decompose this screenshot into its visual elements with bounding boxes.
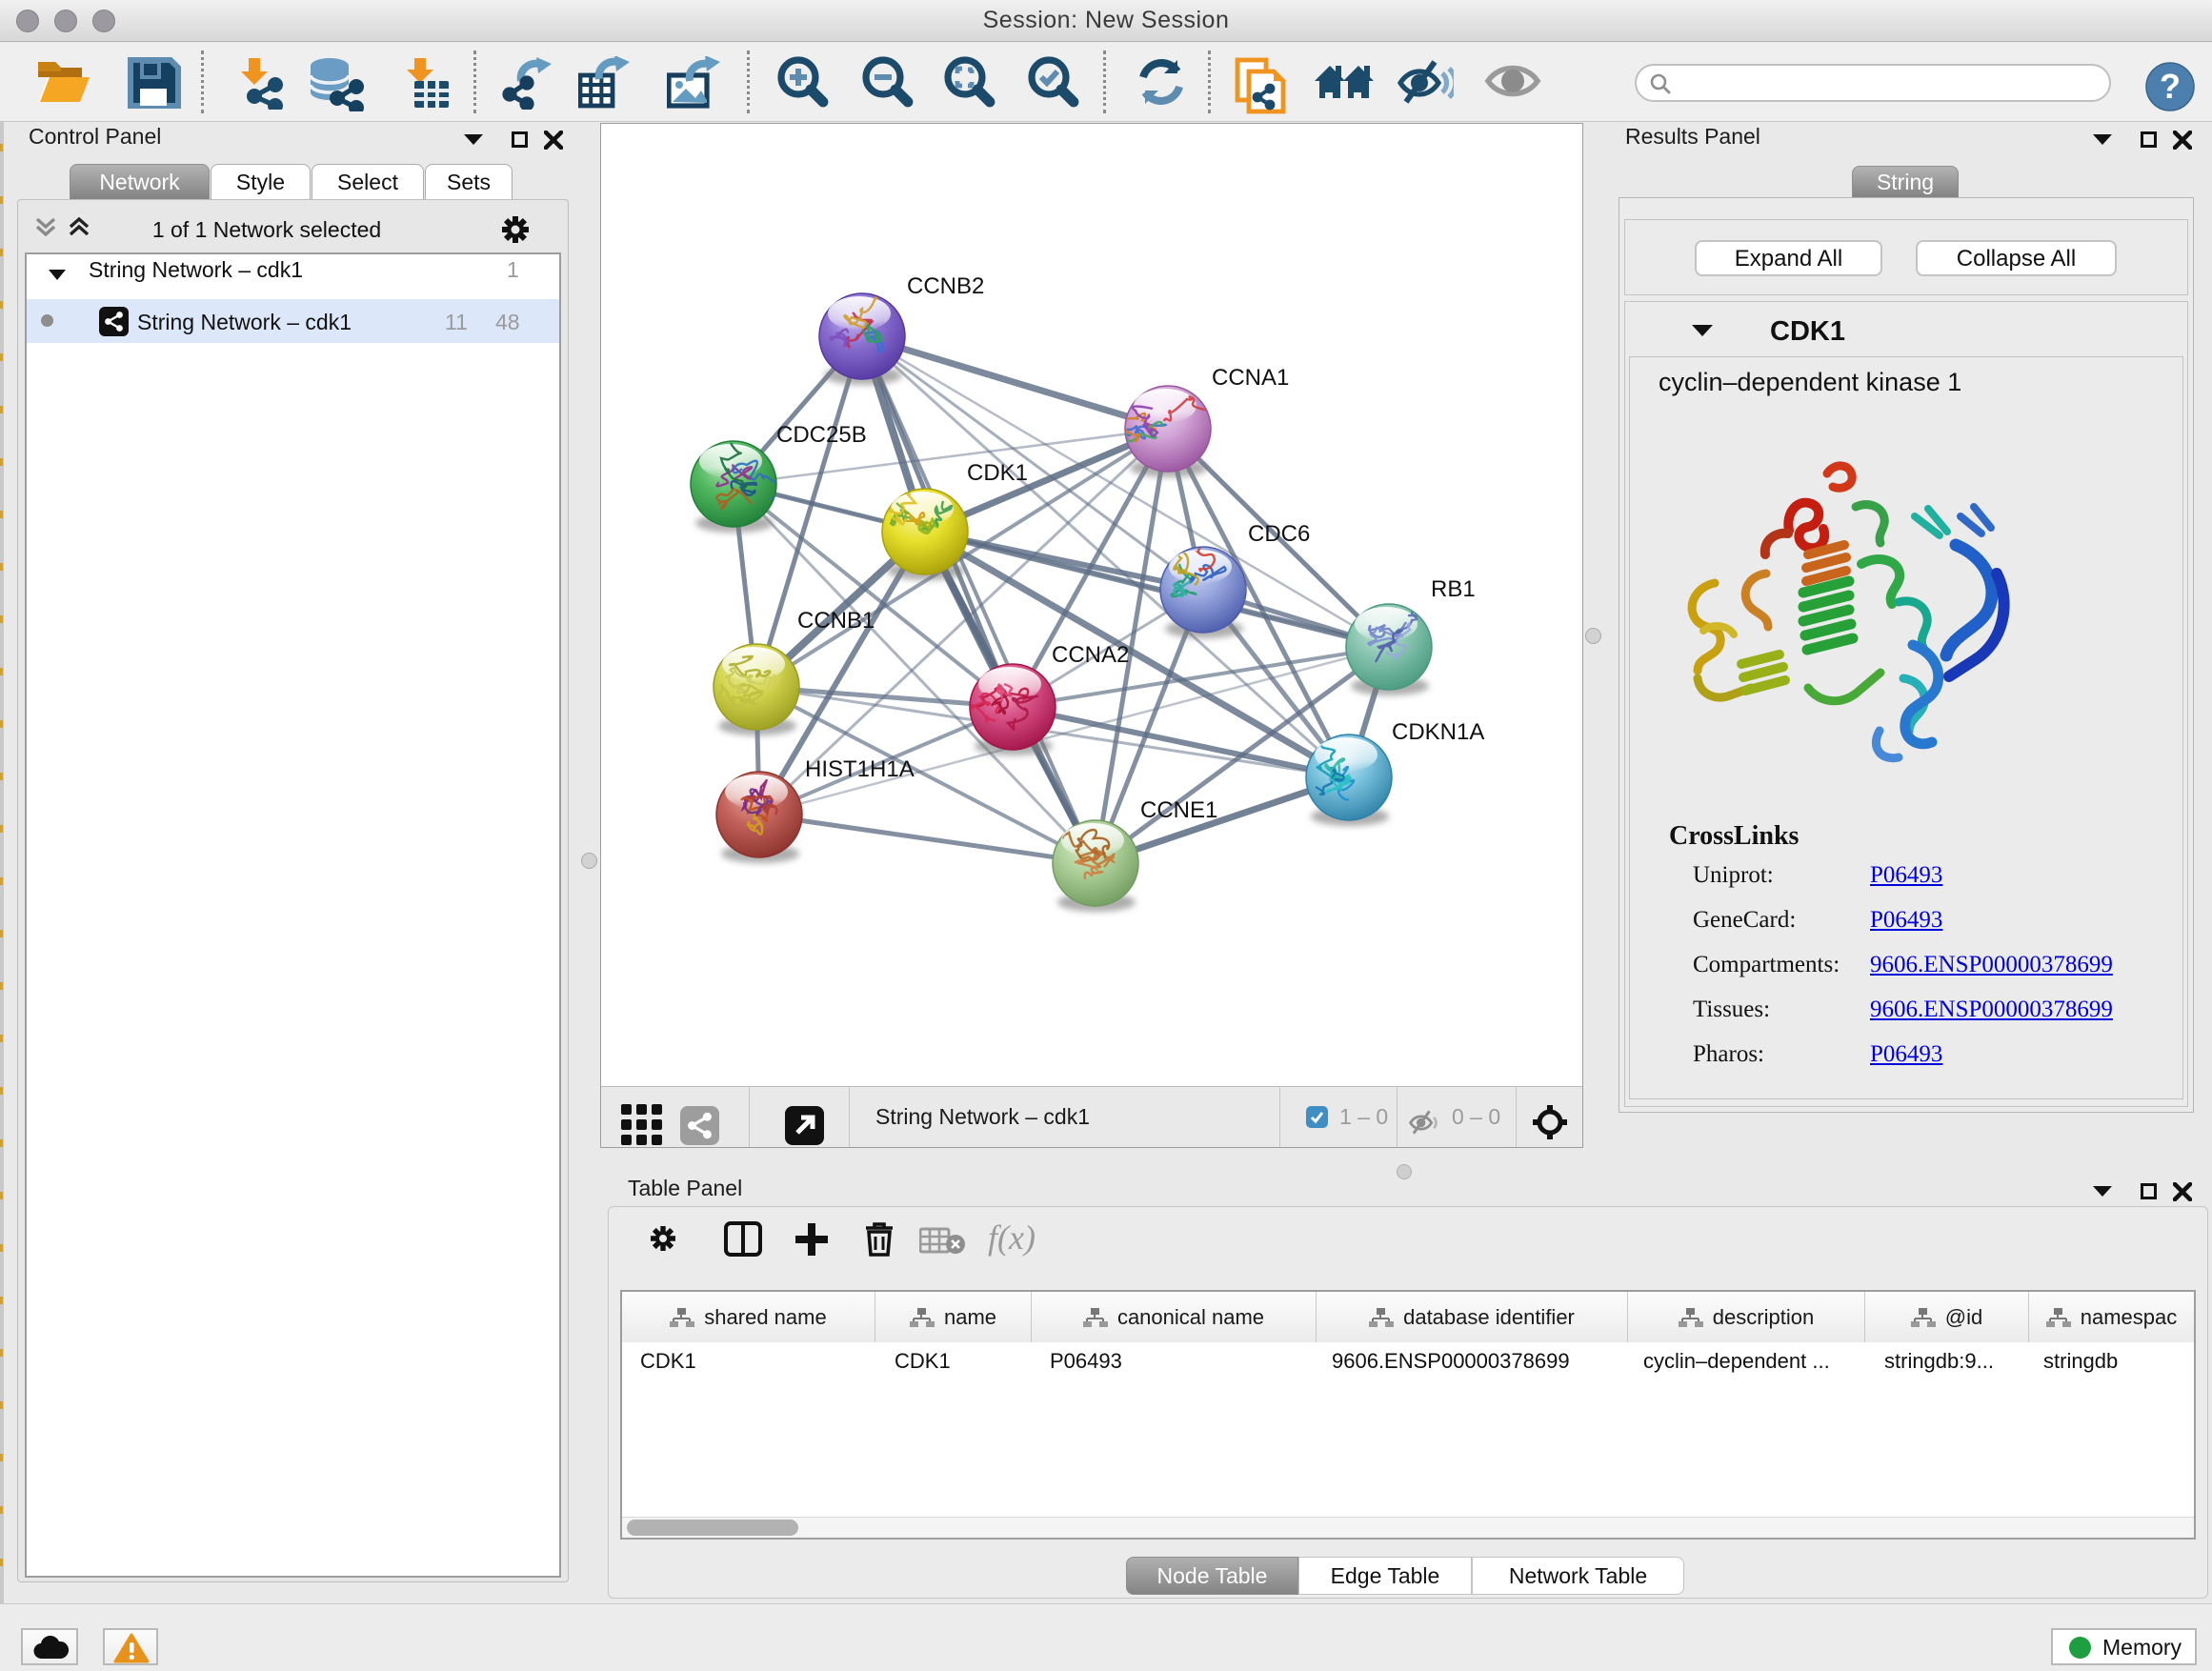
svg-text:CCNE1: CCNE1 <box>1140 797 1217 823</box>
svg-text:CCNA1: CCNA1 <box>1212 365 1289 391</box>
svg-text:CCNB2: CCNB2 <box>907 273 984 299</box>
svg-text:CDK1: CDK1 <box>967 460 1028 486</box>
svg-text:HIST1H1A: HIST1H1A <box>805 756 915 782</box>
svg-text:?: ? <box>2160 67 2181 106</box>
svg-text:RB1: RB1 <box>1431 576 1476 602</box>
svg-text:CCNA2: CCNA2 <box>1052 642 1129 668</box>
svg-text:CCNB1: CCNB1 <box>797 608 875 634</box>
svg-text:CDC6: CDC6 <box>1248 521 1310 547</box>
svg-text:CDC25B: CDC25B <box>776 422 867 448</box>
svg-text:CDKN1A: CDKN1A <box>1392 719 1484 745</box>
